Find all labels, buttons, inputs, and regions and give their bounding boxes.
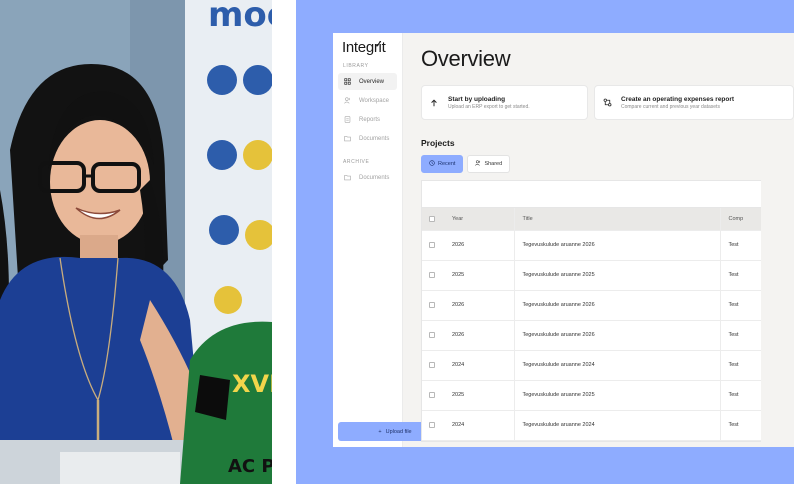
row-check-cell bbox=[422, 380, 444, 411]
card-subtitle: Upload an ERP export to get started. bbox=[448, 103, 530, 110]
row-checkbox[interactable] bbox=[429, 241, 435, 248]
row-check-cell bbox=[422, 320, 444, 351]
tab-label: Shared bbox=[484, 161, 503, 167]
folder-icon bbox=[344, 135, 354, 142]
cell-title: Tegevuskulude aruanne 2025 bbox=[514, 380, 721, 411]
row-checkbox[interactable] bbox=[429, 301, 435, 308]
arrow-up-icon bbox=[430, 99, 444, 107]
page-title: Overview bbox=[421, 46, 511, 71]
select-all-cell bbox=[422, 208, 444, 231]
photo-illustration: moo XVI AC PC bbox=[0, 0, 272, 484]
cell-company: Test bbox=[720, 260, 761, 291]
sidebar-item-documents[interactable]: Documents bbox=[338, 130, 397, 147]
card-title: Start by uploading bbox=[448, 95, 506, 103]
cell-year: 2025 bbox=[444, 260, 515, 291]
cell-title: Tegevuskulude aruanne 2026 bbox=[514, 230, 721, 261]
row-check-cell bbox=[422, 350, 444, 381]
cell-year: 2025 bbox=[444, 380, 515, 411]
cell-company: Test bbox=[720, 290, 761, 321]
cell-title: Tegevuskulude aruanne 2024 bbox=[514, 410, 721, 441]
users-icon bbox=[475, 160, 481, 168]
tab-label: Recent bbox=[438, 161, 456, 167]
cell-year: 2026 bbox=[444, 320, 515, 351]
cell-year: 2024 bbox=[444, 350, 515, 381]
users-icon bbox=[344, 97, 354, 104]
cell-title: Tegevuskulude aruanne 2026 bbox=[514, 320, 721, 351]
projects-title: Projects bbox=[421, 138, 455, 148]
cell-company: Test bbox=[720, 230, 761, 261]
cell-title: Tegevuskulude aruanne 2024 bbox=[514, 350, 721, 381]
row-checkbox[interactable] bbox=[429, 391, 435, 398]
clock-icon bbox=[429, 160, 435, 168]
table-row[interactable]: 2025 Tegevuskulude aruanne 2025 Test bbox=[422, 260, 761, 291]
table-row[interactable]: 2026 Tegevuskulude aruanne 2026 Test bbox=[422, 290, 761, 321]
cell-year: 2026 bbox=[444, 290, 515, 321]
sidebar-item-label: Reports bbox=[359, 116, 381, 123]
row-check-cell bbox=[422, 230, 444, 261]
select-all-checkbox[interactable] bbox=[429, 215, 435, 222]
projects-table: Year Title Comp 2026 Tegevuskulude aruan… bbox=[421, 180, 761, 442]
table-row[interactable]: 2024 Tegevuskulude aruanne 2024 Test bbox=[422, 410, 761, 441]
sidebar-item-reports[interactable]: Reports bbox=[338, 111, 397, 128]
table-row[interactable]: 2026 Tegevuskulude aruanne 2026 Test bbox=[422, 230, 761, 261]
folder-icon bbox=[344, 174, 354, 181]
card-title: Create an operating expenses report bbox=[621, 95, 735, 103]
row-checkbox[interactable] bbox=[429, 361, 435, 368]
table-toolbar bbox=[422, 181, 761, 208]
cell-title: Tegevuskulude aruanne 2025 bbox=[514, 260, 721, 291]
shirt-text-bottom: AC PC bbox=[228, 456, 272, 477]
sidebar-item-label: Workspace bbox=[359, 97, 389, 104]
sidebar-item-overview[interactable]: Overview bbox=[338, 73, 397, 90]
sidebar-item-workspace[interactable]: Workspace bbox=[338, 92, 397, 109]
grid-icon bbox=[344, 78, 354, 85]
sidebar-item-label: Overview bbox=[359, 78, 385, 85]
sidebar-item-archive-documents[interactable]: Documents bbox=[338, 169, 397, 186]
app-window: Integrit ✓ LIBRARY Overview Workspace Re… bbox=[333, 33, 794, 447]
main-content: Overview Start by uploading Upload an ER… bbox=[403, 33, 794, 447]
library-label: LIBRARY bbox=[343, 63, 369, 69]
row-check-cell bbox=[422, 260, 444, 291]
row-check-cell bbox=[422, 290, 444, 321]
archive-label: ARCHIVE bbox=[343, 159, 370, 165]
plus-icon: + bbox=[378, 428, 382, 435]
cell-year: 2024 bbox=[444, 410, 515, 441]
project-tabs: Recent Shared bbox=[421, 155, 794, 173]
cell-company: Test bbox=[720, 350, 761, 381]
column-header-company[interactable]: Comp bbox=[720, 208, 761, 231]
tab-shared[interactable]: Shared bbox=[467, 155, 511, 173]
app-logo: Integrit ✓ bbox=[342, 39, 397, 56]
card-subtitle: Compare current and previous year datase… bbox=[621, 103, 720, 110]
cell-company: Test bbox=[720, 320, 761, 351]
column-header-year[interactable]: Year bbox=[444, 208, 515, 231]
start-uploading-card[interactable]: Start by uploading Upload an ERP export … bbox=[421, 85, 588, 120]
table-row[interactable]: 2025 Tegevuskulude aruanne 2025 Test bbox=[422, 380, 761, 411]
row-checkbox[interactable] bbox=[429, 331, 435, 338]
logo-check-icon: ✓ bbox=[375, 39, 383, 49]
hero-photo: moo XVI AC PC bbox=[0, 0, 272, 484]
column-header-title[interactable]: Title bbox=[514, 208, 721, 231]
table-row[interactable]: 2026 Tegevuskulude aruanne 2026 Test bbox=[422, 320, 761, 351]
report-icon bbox=[344, 116, 354, 123]
row-checkbox[interactable] bbox=[429, 421, 435, 428]
tab-recent[interactable]: Recent bbox=[421, 155, 464, 173]
quick-action-cards: Start by uploading Upload an ERP export … bbox=[421, 85, 794, 120]
row-checkbox[interactable] bbox=[429, 271, 435, 278]
table-header-row: Year Title Comp bbox=[422, 208, 761, 231]
sidebar: Integrit ✓ LIBRARY Overview Workspace Re… bbox=[333, 33, 452, 447]
table-row[interactable]: 2024 Tegevuskulude aruanne 2024 Test bbox=[422, 350, 761, 381]
banner-sign-text: moo bbox=[208, 0, 272, 35]
cell-title: Tegevuskulude aruanne 2026 bbox=[514, 290, 721, 321]
cell-year: 2026 bbox=[444, 230, 515, 261]
shirt-text: XVI bbox=[232, 370, 272, 398]
compare-icon bbox=[603, 98, 617, 107]
row-check-cell bbox=[422, 410, 444, 441]
cell-company: Test bbox=[720, 380, 761, 411]
create-opex-report-card[interactable]: Create an operating expenses report Comp… bbox=[594, 85, 794, 120]
sidebar-item-label: Documents bbox=[359, 135, 390, 142]
sidebar-item-label: Documents bbox=[359, 174, 390, 181]
cell-company: Test bbox=[720, 410, 761, 441]
